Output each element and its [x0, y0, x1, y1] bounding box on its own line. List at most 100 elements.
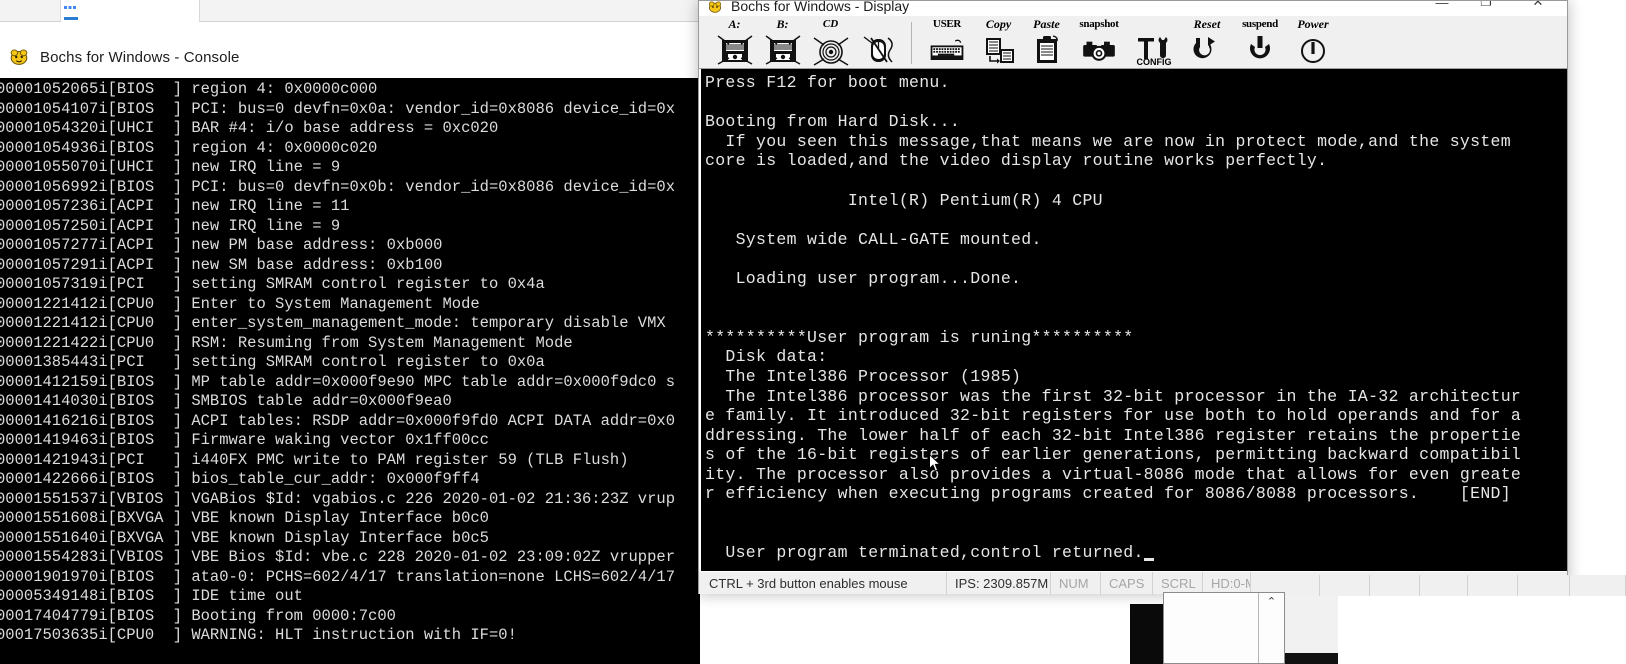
config-button[interactable]: CONFIG [1128, 17, 1180, 67]
console-log-line: 00001416216i[BIOS ] ACPI tables: RSDP ad… [0, 411, 676, 430]
console-log-line: 00001422666i[BIOS ] bios_table_cur_addr:… [0, 470, 480, 488]
vga-text-line [705, 504, 1567, 524]
floppy-b-label: B: [776, 17, 789, 31]
console-log-line: 00001551537i[VBIOS ] VGABios $Id: vgabio… [0, 489, 676, 508]
vga-text-line: ity. The processor also provides a virtu… [705, 464, 1522, 484]
bochs-logo-icon [10, 49, 28, 65]
floppy-a-button[interactable]: A: [711, 17, 758, 67]
cdrom-label: CD [822, 18, 839, 30]
console-log-line: 00001421943i[PCI ] i440FX PMC write to P… [0, 450, 629, 469]
vga-text-line [705, 249, 1567, 269]
mouse-button[interactable] [855, 17, 902, 67]
statusbar-caps-indicator: CAPS [1101, 571, 1153, 595]
vga-text-line: Loading user program...Done. [705, 268, 1022, 288]
floppy-a-icon [717, 35, 752, 65]
vga-text-line: Disk data: [705, 347, 828, 367]
vga-text-line: User program terminated,control returned… [705, 543, 1567, 563]
background-strip-cell [1370, 575, 1420, 596]
vga-text-line [705, 93, 1567, 113]
vga-text-line: If you seen this message,that means we a… [705, 131, 1511, 151]
vga-text-line: Intel(R) Pentium(R) 4 CPU [705, 190, 1103, 210]
close-button[interactable]: ✕ [1519, 1, 1557, 15]
background-strip-cell [1320, 575, 1370, 596]
paste-button[interactable]: Paste [1023, 17, 1070, 67]
suspend-label: suspend [1242, 18, 1278, 30]
maximize-button[interactable]: ❐ [1467, 1, 1505, 15]
statusbar-num-indicator: NUM [1051, 571, 1101, 595]
floppy-b-icon [765, 35, 800, 65]
console-log-line: 00001221412i[CPU0 ] enter_system_managem… [0, 314, 666, 332]
vga-text-line: Press F12 for boot menu. [705, 73, 950, 92]
copy-button[interactable]: Copy [975, 17, 1022, 67]
console-log-line: 00017404779i[BIOS ] Booting from 0000:7c… [0, 606, 396, 625]
suspend-button[interactable]: suspend [1234, 17, 1286, 67]
screen-root: Bochs for Windows - Console 00001052065i… [0, 0, 1626, 664]
background-mini-panel[interactable]: ⌃ [1163, 592, 1285, 664]
vga-text-line: Booting from Hard Disk... [705, 112, 961, 132]
snapshot-button[interactable]: snapshot [1071, 17, 1127, 67]
vga-text-line: ddressing. The lower half of each 32-bit… [705, 425, 1522, 445]
reset-label: Reset [1193, 17, 1221, 31]
vga-text-line: The Intel386 Processor (1985) [705, 366, 1022, 386]
background-statusbar-strip [1268, 575, 1626, 596]
background-strip-cell [1570, 575, 1626, 596]
console-log-line: 00017503635i[CPU0 ] WARNING: HLT instruc… [0, 626, 517, 644]
reset-icon [1193, 37, 1215, 59]
console-log-line: 00001414030i[BIOS ] SMBIOS table addr=0x… [0, 392, 452, 410]
bochs-console-window: Bochs for Windows - Console 00001052065i… [0, 36, 700, 664]
cdrom-icon [813, 37, 848, 66]
console-log-line: 00001057291i[ACPI ] new SM base address:… [0, 255, 443, 274]
paste-icon [1036, 35, 1058, 63]
console-log-line: 00001419463i[BIOS ] Firmware waking vect… [0, 431, 489, 449]
user-button[interactable]: USER [920, 17, 974, 67]
chevron-up-icon[interactable]: ⌃ [1267, 597, 1276, 663]
minimize-button[interactable]: — [1423, 1, 1461, 15]
console-log-line: 00001057319i[PCI ] setting SMRAM control… [0, 275, 545, 293]
statusbar-ips: IPS: 2309.857M [947, 571, 1051, 595]
background-strip-cell [1518, 575, 1570, 596]
console-log-line: 00001901970i[BIOS ] ata0-0: PCHS=602/4/1… [0, 567, 676, 586]
console-log-line: 00001052065i[BIOS ] region 4: 0x0000c000 [0, 80, 378, 98]
background-strip-cell [1468, 575, 1518, 596]
vga-display-area[interactable]: Press F12 for boot menu. Booting from Ha… [699, 69, 1567, 571]
power-label: Power [1297, 17, 1329, 31]
console-log-line: 00001554283i[VBIOS ] VBE Bios $Id: vbe.c… [0, 548, 676, 566]
cdrom-button[interactable]: CD [807, 17, 854, 67]
vga-text-line [705, 289, 1567, 309]
vga-text-line [705, 524, 1567, 544]
console-log-line: 00001056992i[BIOS ] PCI: bus=0 devfn=0x0… [0, 177, 676, 196]
toolbar-separator [911, 22, 912, 64]
background-tab-icon [64, 6, 76, 9]
bochs-logo-icon [708, 1, 722, 13]
vga-text-line: **********User program is runing********… [705, 327, 1134, 347]
camera-icon [1083, 41, 1115, 61]
console-log-output[interactable]: 00001052065i[BIOS ] region 4: 0x0000c000… [0, 78, 700, 664]
vga-text-line: System wide CALL-GATE mounted. [705, 229, 1042, 249]
background-browser-tab[interactable] [60, 0, 200, 22]
background-strip-cell [1420, 575, 1468, 596]
console-log-line: 00001054107i[BIOS ] PCI: bus=0 devfn=0x0… [0, 99, 676, 118]
keyboard-icon [930, 39, 964, 60]
console-title-label: Bochs for Windows - Console [40, 48, 240, 66]
vga-text-buffer: Press F12 for boot menu. Booting from Ha… [701, 69, 1567, 563]
copy-label: Copy [985, 17, 1012, 31]
user-label: USER [932, 18, 962, 30]
vga-text-line: r efficiency when executing programs cre… [705, 484, 1511, 504]
power-button[interactable]: Power [1287, 17, 1339, 67]
floppy-a-label: A: [728, 17, 741, 31]
console-log-line: 00001057277i[ACPI ] new PM base address:… [0, 236, 443, 254]
vga-text-line: core is loaded,and the video display rou… [705, 151, 1328, 171]
vga-text-line: e family. It introduced 32-bit registers… [705, 406, 1522, 426]
bochs-display-window: Bochs for Windows - Display — ❐ ✕ A: B: … [698, 0, 1568, 595]
background-tab-underline [64, 17, 78, 20]
vga-text-line [705, 308, 1567, 328]
reset-button[interactable]: Reset [1181, 17, 1233, 67]
display-title-label: Bochs for Windows - Display [731, 1, 910, 14]
statusbar-message: CTRL + 3rd button enables mouse [699, 571, 947, 595]
display-titlebar[interactable]: Bochs for Windows - Display — ❐ ✕ [699, 1, 1567, 16]
floppy-b-button[interactable]: B: [759, 17, 806, 67]
console-titlebar[interactable]: Bochs for Windows - Console [0, 36, 700, 78]
copy-icon [985, 38, 1014, 64]
mini-panel-scrollbar[interactable]: ⌃ [1258, 593, 1284, 663]
console-log-line: 00001057250i[ACPI ] new IRQ line = 9 [0, 216, 341, 235]
